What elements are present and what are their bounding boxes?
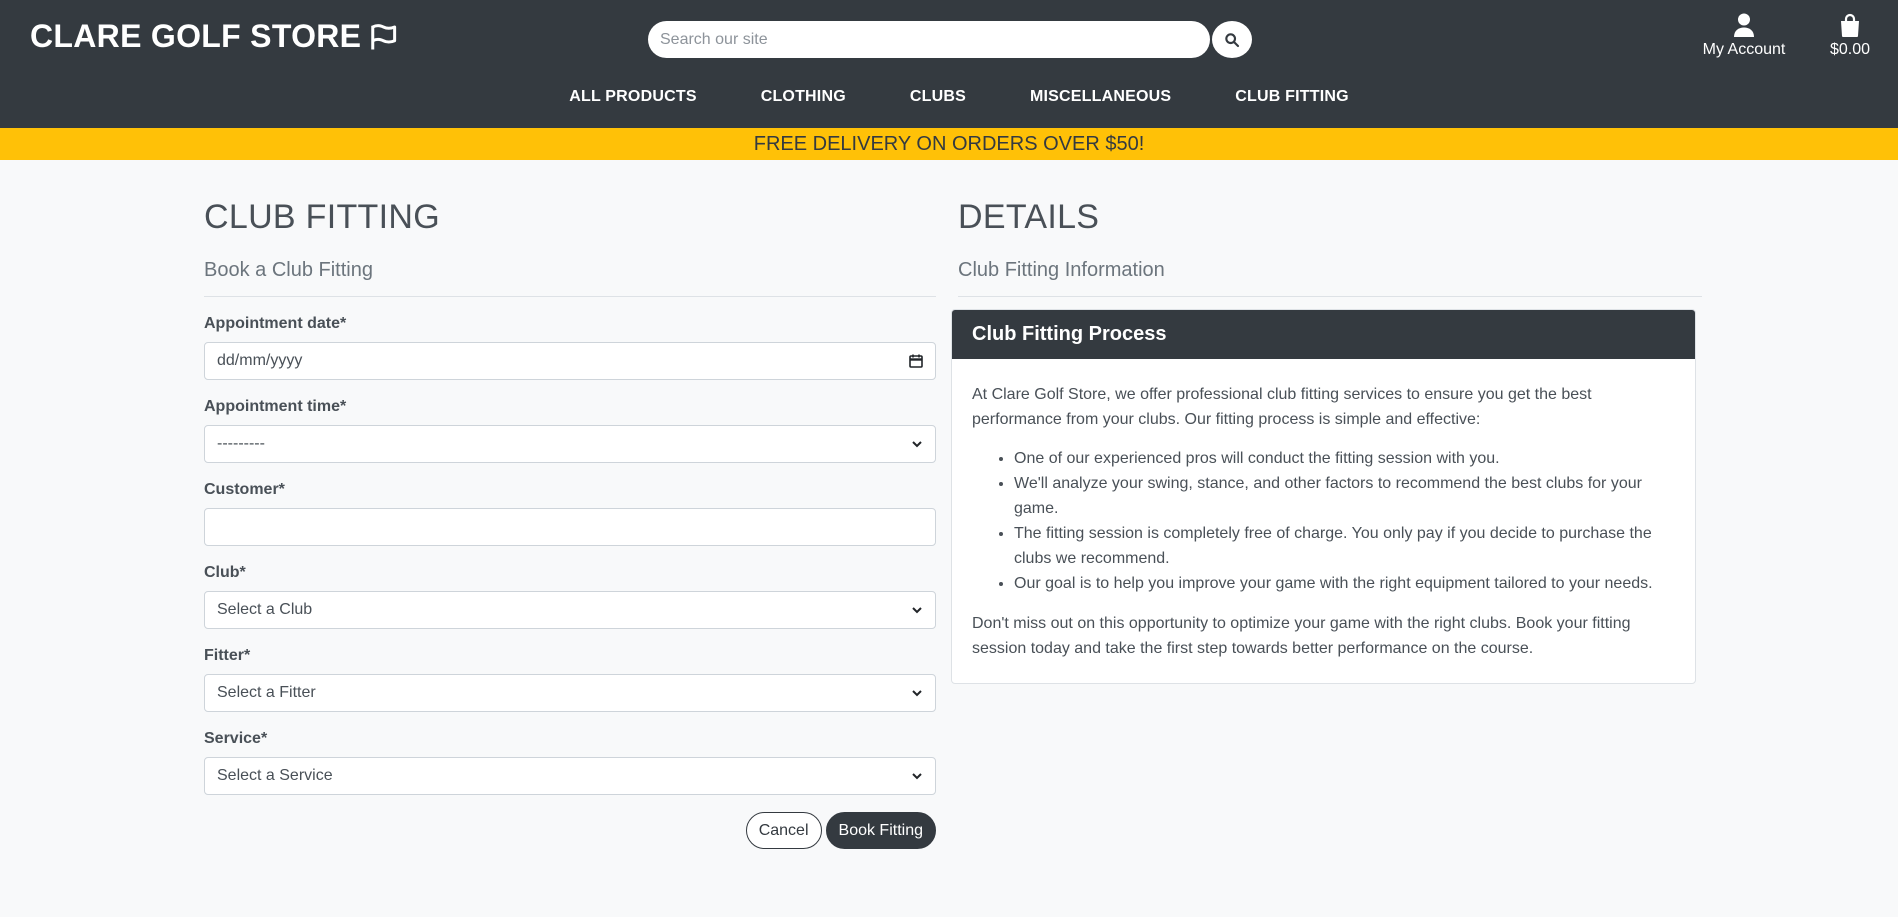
booking-form: Appointment date* dd/mm/yyyy Appointment… [204,315,936,849]
divider [958,296,1702,297]
fitter-label: Fitter* [204,647,251,664]
service-group: Service* Select a Service [204,730,936,795]
calendar-icon[interactable] [909,354,923,368]
form-actions: Cancel Book Fitting [204,812,936,849]
details-section: DETAILS Club Fitting Information Club Fi… [951,160,1702,684]
process-list: One of our experienced pros will conduct… [994,446,1675,596]
flag-icon [371,23,397,49]
appointment-time-label: Appointment time* [204,398,347,415]
nav-miscellaneous[interactable]: MISCELLANEOUS [1030,88,1171,106]
customer-input[interactable] [204,508,936,546]
fitter-select[interactable]: Select a Fitter [204,674,936,712]
card-intro: At Clare Golf Store, we offer profession… [972,386,1592,428]
list-item: We'll analyze your swing, stance, and ot… [1014,471,1675,521]
nav-club-fitting[interactable]: CLUB FITTING [1235,88,1349,106]
details-subtitle: Club Fitting Information [958,259,1165,281]
list-item: The fitting session is completely free o… [1014,521,1675,571]
appointment-date-value: dd/mm/yyyy [217,352,303,369]
service-select[interactable]: Select a Service [204,757,936,795]
shopping-bag-icon [1841,13,1859,37]
fitting-process-card: Club Fitting Process At Clare Golf Store… [951,309,1696,684]
club-fitting-form-section: CLUB FITTING Book a Club Fitting Appoint… [204,160,936,849]
logo-text: CLARE GOLF STORE [30,18,362,54]
club-group: Club* Select a Club [204,564,936,629]
appointment-date-input[interactable]: dd/mm/yyyy [204,342,936,380]
cancel-button[interactable]: Cancel [745,812,822,849]
site-header: CLARE GOLF STORE My Account $0.00 ALL PR… [0,0,1898,128]
chevron-down-icon [911,438,923,450]
search-icon [1225,32,1240,47]
fitter-select-value: Select a Fitter [217,684,316,701]
appointment-date-group: Appointment date* dd/mm/yyyy [204,315,936,380]
card-title: Club Fitting Process [952,310,1695,359]
site-logo[interactable]: CLARE GOLF STORE [30,18,399,55]
cart-link[interactable]: $0.00 [1826,13,1874,59]
page-title: CLUB FITTING [204,198,440,236]
cart-total: $0.00 [1829,41,1871,58]
book-fitting-button[interactable]: Book Fitting [825,812,936,849]
nav-clothing[interactable]: CLOTHING [761,88,846,106]
customer-label: Customer* [204,481,285,498]
search-form [648,21,1252,58]
main-nav: ALL PRODUCTS CLOTHING CLUBS MISCELLANEOU… [0,88,1898,106]
nav-clubs[interactable]: CLUBS [910,88,966,106]
appointment-time-select[interactable]: --------- [204,425,936,463]
chevron-down-icon [911,604,923,616]
club-label: Club* [204,564,246,581]
club-select-value: Select a Club [217,601,313,618]
appointment-date-label: Appointment date* [204,315,347,332]
form-subtitle: Book a Club Fitting [204,259,373,281]
club-select[interactable]: Select a Club [204,591,936,629]
my-account-label: My Account [1702,41,1786,58]
nav-all-products[interactable]: ALL PRODUCTS [569,88,696,106]
details-title: DETAILS [958,198,1100,236]
chevron-down-icon [911,770,923,782]
promo-banner: FREE DELIVERY ON ORDERS OVER $50! [0,128,1898,160]
chevron-down-icon [911,687,923,699]
divider [204,296,936,297]
my-account-link[interactable]: My Account [1696,13,1792,59]
appointment-time-value: --------- [217,435,265,452]
fitter-group: Fitter* Select a Fitter [204,647,936,712]
service-label: Service* [204,730,268,747]
appointment-time-group: Appointment time* --------- [204,398,936,463]
card-outro: Don't miss out on this opportunity to op… [972,615,1631,657]
user-icon [1734,13,1754,37]
list-item: One of our experienced pros will conduct… [1014,446,1675,471]
search-input[interactable] [648,21,1210,58]
promo-text: FREE DELIVERY ON ORDERS OVER $50! [753,133,1145,155]
search-button[interactable] [1212,21,1252,58]
card-body: At Clare Golf Store, we offer profession… [952,359,1695,683]
service-select-value: Select a Service [217,767,333,784]
customer-group: Customer* [204,481,936,546]
list-item: Our goal is to help you improve your gam… [1014,571,1675,596]
